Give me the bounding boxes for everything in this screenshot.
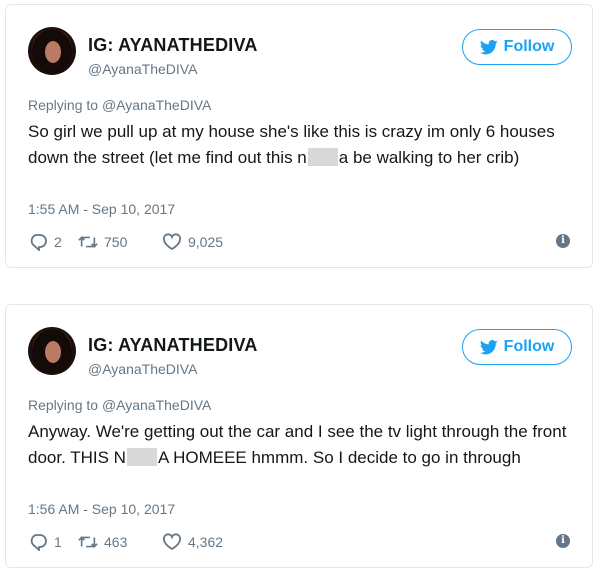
- info-icon[interactable]: i: [556, 534, 570, 548]
- reply-count: 2: [54, 234, 62, 250]
- reply-count: 1: [54, 534, 62, 550]
- tweet-text: Anyway. We're getting out the car and I …: [28, 419, 568, 471]
- retweet-count: 750: [104, 234, 128, 250]
- like-count: 9,025: [188, 234, 224, 250]
- replying-prefix: Replying to: [28, 97, 99, 113]
- tweet-text: So girl we pull up at my house she's lik…: [28, 119, 568, 171]
- avatar[interactable]: [28, 27, 76, 75]
- heart-icon: [163, 233, 181, 251]
- avatar[interactable]: [28, 327, 76, 375]
- display-name[interactable]: IG: AYANATHEDIVA: [88, 335, 258, 356]
- replying-to: Replying to @AyanaTheDIVA: [28, 397, 211, 413]
- reply-button[interactable]: 1: [28, 533, 78, 551]
- reply-icon: [30, 534, 47, 551]
- twitter-bird-icon: [479, 339, 498, 354]
- timestamp[interactable]: 1:55 AM - Sep 10, 2017: [28, 201, 175, 217]
- retweet-button[interactable]: 463: [78, 533, 162, 551]
- retweet-icon: [78, 236, 98, 248]
- user-handle[interactable]: @AyanaTheDIVA: [88, 361, 197, 377]
- retweet-icon: [78, 536, 98, 548]
- tweet-text-part: A HOMEEE hmmm. So I decide to go in thro…: [157, 448, 521, 467]
- reply-icon: [30, 234, 47, 251]
- retweet-button[interactable]: 750: [78, 233, 162, 251]
- tweet-card[interactable]: IG: AYANATHEDIVA @AyanaTheDIVA Follow Re…: [5, 304, 593, 568]
- follow-button[interactable]: Follow: [462, 329, 572, 365]
- like-button[interactable]: 4,362: [162, 533, 252, 551]
- user-handle[interactable]: @AyanaTheDIVA: [88, 61, 197, 77]
- heart-icon: [163, 533, 181, 551]
- like-count: 4,362: [188, 534, 224, 550]
- redaction-block: [307, 148, 338, 166]
- tweet-actions: 2 750 9,025: [28, 231, 252, 253]
- tweet-text-part: a be walking to her crib): [338, 148, 520, 167]
- follow-label: Follow: [503, 38, 555, 55]
- like-button[interactable]: 9,025: [162, 233, 252, 251]
- tweet-card[interactable]: IG: AYANATHEDIVA @AyanaTheDIVA Follow Re…: [5, 4, 593, 268]
- info-icon[interactable]: i: [556, 234, 570, 248]
- timestamp[interactable]: 1:56 AM - Sep 10, 2017: [28, 501, 175, 517]
- follow-label: Follow: [503, 338, 555, 355]
- replying-mention[interactable]: @AyanaTheDIVA: [102, 397, 211, 413]
- replying-to: Replying to @AyanaTheDIVA: [28, 97, 211, 113]
- redaction-block: [126, 448, 157, 466]
- retweet-count: 463: [104, 534, 128, 550]
- reply-button[interactable]: 2: [28, 233, 78, 251]
- follow-button[interactable]: Follow: [462, 29, 572, 65]
- replying-prefix: Replying to: [28, 397, 99, 413]
- replying-mention[interactable]: @AyanaTheDIVA: [102, 97, 211, 113]
- tweet-actions: 1 463 4,362: [28, 531, 252, 553]
- display-name[interactable]: IG: AYANATHEDIVA: [88, 35, 258, 56]
- twitter-bird-icon: [479, 39, 498, 54]
